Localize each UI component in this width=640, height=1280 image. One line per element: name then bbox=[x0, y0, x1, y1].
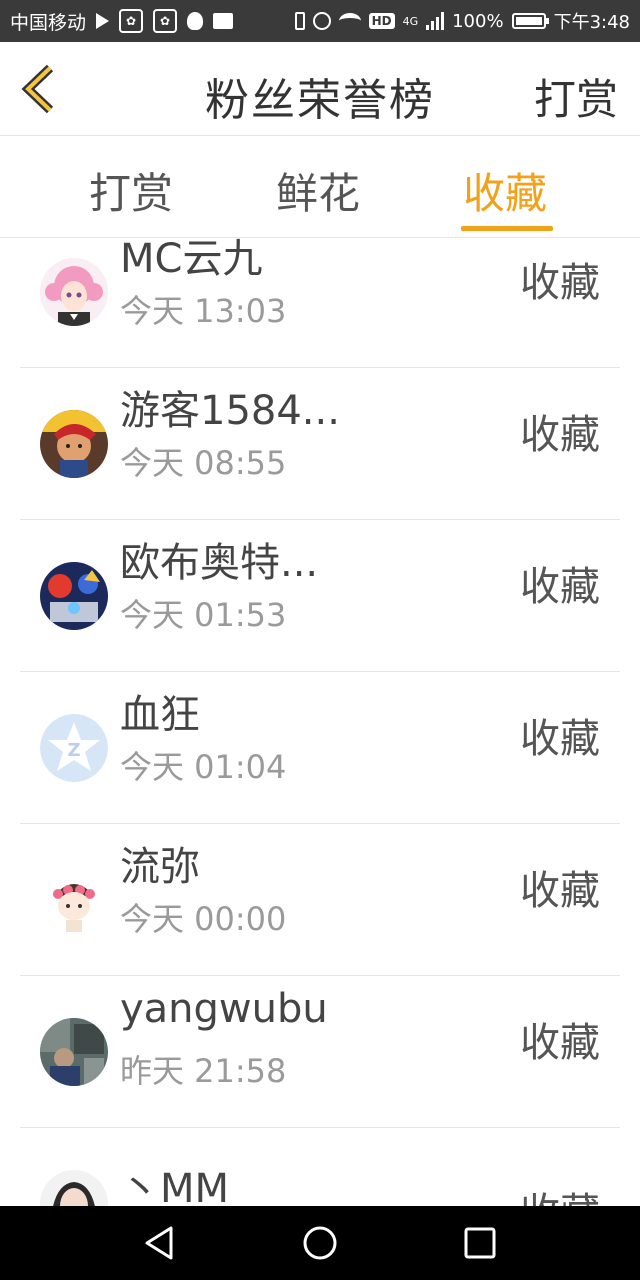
image-icon bbox=[213, 13, 234, 29]
fan-name: 游客1584... bbox=[120, 388, 340, 434]
favorite-label: 收藏 bbox=[520, 260, 600, 306]
nav-recents-button[interactable] bbox=[461, 1224, 499, 1262]
woman-photo-avatar-icon bbox=[40, 1170, 108, 1206]
favorite-label: 收藏 bbox=[520, 564, 600, 610]
fan-name: yangwubu bbox=[120, 986, 328, 1032]
favorite-label: 收藏 bbox=[520, 716, 600, 762]
fan-list[interactable]: MC云九 今天 13:03 收藏 游客1584... 今天 08:55 收藏 欧… bbox=[0, 238, 640, 1206]
game-character-avatar-icon bbox=[40, 410, 108, 478]
fan-name: 流弥 bbox=[120, 844, 200, 890]
favorite-label: 收藏 bbox=[520, 868, 600, 914]
fan-name: 欧布奥特... bbox=[120, 540, 319, 586]
tab-flowers[interactable]: 鲜花 bbox=[276, 160, 360, 221]
paw-icon-2: ✿ bbox=[153, 9, 178, 33]
system-nav-bar bbox=[0, 1206, 640, 1280]
list-item[interactable]: Z 血狂 今天 01:04 收藏 bbox=[0, 672, 640, 824]
fan-time: 昨天 21:58 bbox=[120, 1052, 287, 1090]
app-header: 粉丝荣誉榜 打赏 bbox=[0, 42, 640, 136]
svg-text:Z: Z bbox=[67, 740, 80, 761]
list-item[interactable]: 欧布奥特... 今天 01:53 收藏 bbox=[0, 520, 640, 672]
favorite-label: 收藏 bbox=[520, 1020, 600, 1066]
tab-favorites[interactable]: 收藏 bbox=[463, 160, 547, 221]
battery-icon bbox=[511, 13, 549, 29]
fan-name: MC云九 bbox=[120, 238, 263, 282]
nav-back-button[interactable] bbox=[141, 1224, 179, 1262]
avatar bbox=[40, 1018, 108, 1086]
photo-avatar-icon bbox=[40, 1018, 108, 1086]
favorite-label: 收藏 bbox=[520, 412, 600, 458]
fan-name: 血狂 bbox=[120, 692, 200, 738]
fan-time: 今天 01:53 bbox=[120, 596, 287, 634]
avatar bbox=[40, 1170, 108, 1206]
status-bar: 中国移动 ✿ ✿ HD 4G 100% 下午3:48 bbox=[0, 0, 640, 42]
avatar bbox=[40, 562, 108, 630]
tab-bar: 打赏 鲜花 收藏 bbox=[0, 136, 640, 238]
fan-time: 今天 00:00 bbox=[120, 900, 287, 938]
wifi-icon bbox=[338, 13, 361, 29]
avatar bbox=[40, 866, 108, 934]
chevron-left-icon bbox=[21, 64, 54, 114]
default-z-avatar-icon: Z bbox=[40, 714, 108, 782]
list-item[interactable]: 丶MM 收藏 bbox=[0, 1128, 640, 1206]
avatar bbox=[40, 410, 108, 478]
fan-time: 今天 13:03 bbox=[120, 292, 287, 330]
back-button[interactable] bbox=[18, 64, 62, 114]
favorite-label: 收藏 bbox=[520, 1180, 600, 1206]
fan-name: 丶MM bbox=[120, 1166, 230, 1206]
play-icon bbox=[96, 13, 110, 29]
battery-percent: 100% bbox=[452, 10, 504, 32]
nav-back-icon bbox=[145, 1226, 173, 1260]
fan-time: 今天 01:04 bbox=[120, 748, 287, 786]
status-time: 下午3:48 bbox=[553, 12, 630, 33]
alarm-icon bbox=[312, 12, 331, 30]
cartoon-girl-avatar-icon bbox=[40, 866, 108, 934]
avatar bbox=[40, 258, 108, 326]
list-item[interactable]: yangwubu 昨天 21:58 收藏 bbox=[0, 976, 640, 1128]
list-item[interactable]: 流弥 今天 00:00 收藏 bbox=[0, 824, 640, 976]
ultraman-avatar-icon bbox=[40, 562, 108, 630]
signal-icon bbox=[426, 12, 445, 30]
avatar: Z bbox=[40, 714, 108, 782]
paw-icon: ✿ bbox=[119, 9, 144, 33]
list-item[interactable]: MC云九 今天 13:03 收藏 bbox=[0, 238, 640, 368]
bulb-icon bbox=[187, 12, 204, 30]
list-item[interactable]: 游客1584... 今天 08:55 收藏 bbox=[0, 368, 640, 520]
nav-home-button[interactable] bbox=[301, 1224, 339, 1262]
vibrate-icon bbox=[294, 12, 305, 30]
fan-time: 今天 08:55 bbox=[120, 444, 287, 482]
network-label: 4G bbox=[402, 14, 419, 28]
nav-recents-icon bbox=[464, 1227, 496, 1259]
hd-badge: HD bbox=[368, 13, 395, 29]
active-tab-indicator bbox=[461, 226, 553, 231]
tab-reward[interactable]: 打赏 bbox=[89, 160, 173, 221]
carrier-label: 中国移动 bbox=[10, 11, 87, 34]
reward-button[interactable]: 打赏 bbox=[534, 66, 618, 127]
nav-home-icon bbox=[303, 1226, 337, 1260]
anime-girl-avatar-icon bbox=[40, 258, 108, 326]
